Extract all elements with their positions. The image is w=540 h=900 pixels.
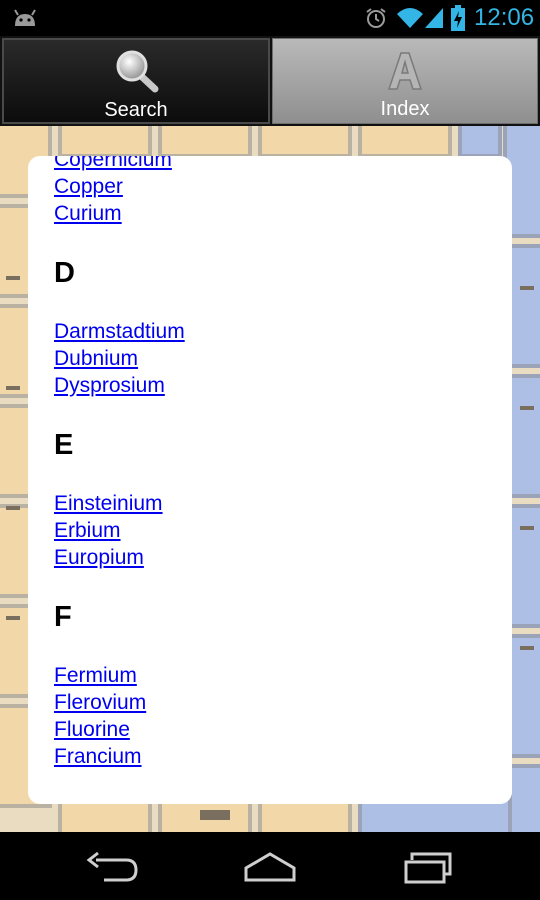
home-button[interactable] [240, 850, 300, 884]
tab-bar: Search Index [0, 36, 540, 126]
battery-charging-icon [451, 5, 465, 31]
recent-apps-button[interactable] [398, 850, 458, 884]
element-link-fermium[interactable]: Fermium [54, 662, 494, 689]
element-link-einsteinium[interactable]: Einsteinium [54, 490, 494, 517]
index-card: Copernicium Copper Curium D Darmstadtium… [28, 156, 512, 804]
element-link-fluorine[interactable]: Fluorine [54, 716, 494, 743]
navigation-bar [0, 832, 540, 900]
back-button[interactable] [82, 850, 142, 884]
element-link-dysprosium[interactable]: Dysprosium [54, 372, 494, 399]
index-heading-e: E [54, 429, 74, 461]
status-bar: 12:06 [0, 0, 540, 36]
element-link-francium[interactable]: Francium [54, 743, 494, 770]
index-heading-f: F [54, 601, 72, 633]
wifi-icon [397, 8, 423, 28]
signal-icon [425, 8, 443, 28]
android-icon [14, 9, 36, 26]
index-heading-d: D [54, 257, 75, 289]
element-link-curium[interactable]: Curium [54, 200, 494, 227]
status-clock: 12:06 [474, 4, 535, 31]
tab-index-label: Index [380, 98, 430, 120]
element-link-darmstadtium[interactable]: Darmstadtium [54, 318, 494, 345]
tab-search-label: Search [104, 99, 168, 121]
tab-index[interactable]: Index [272, 38, 538, 124]
element-link-copernicium[interactable]: Copernicium [54, 156, 494, 173]
element-link-dubnium[interactable]: Dubnium [54, 345, 494, 372]
element-link-flerovium[interactable]: Flerovium [54, 689, 494, 716]
tab-search[interactable]: Search [2, 38, 270, 124]
magnifier-icon [116, 50, 159, 93]
element-link-copper[interactable]: Copper [54, 173, 494, 200]
element-link-europium[interactable]: Europium [54, 544, 494, 571]
element-link-erbium[interactable]: Erbium [54, 517, 494, 544]
element-index-list: Copernicium Copper Curium D Darmstadtium… [54, 156, 494, 770]
letter-a-icon [387, 52, 423, 90]
alarm-icon [366, 8, 386, 28]
